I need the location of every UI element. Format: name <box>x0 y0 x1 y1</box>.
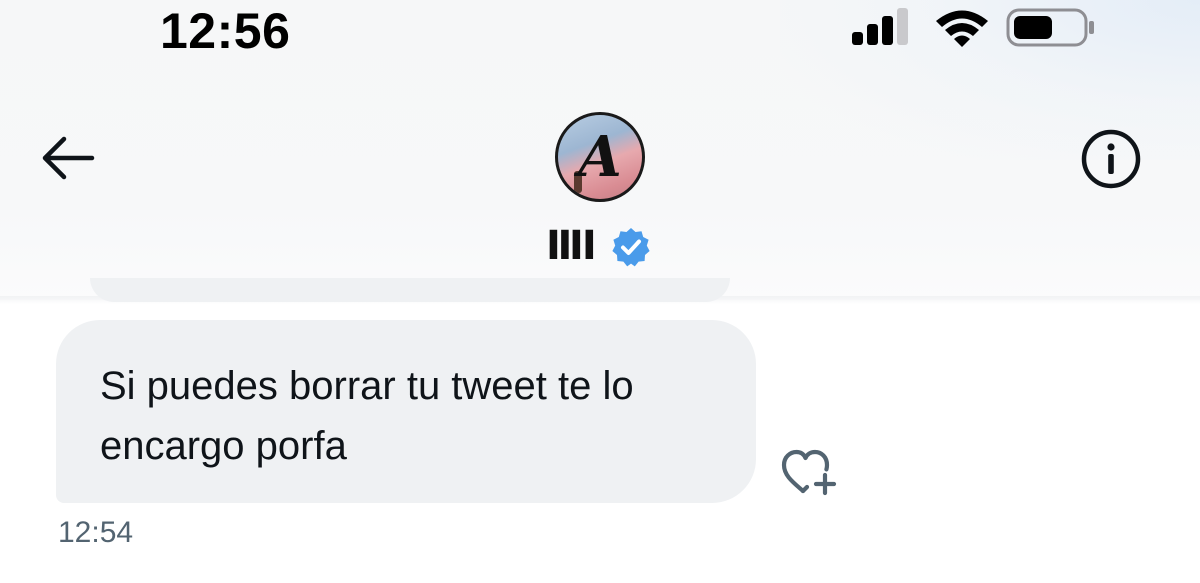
message-text: Si puedes borrar tu tweet te lo encargo … <box>100 364 634 468</box>
previous-message-bubble <box>90 278 730 302</box>
avatar-letter: A <box>578 124 622 190</box>
back-arrow-icon[interactable] <box>38 130 98 186</box>
display-name[interactable]: ⅢⅠ <box>546 224 597 268</box>
cellular-signal-icon <box>852 8 908 45</box>
heart-plus-icon[interactable] <box>780 446 846 498</box>
wifi-icon <box>936 10 988 47</box>
avatar[interactable]: A <box>555 112 645 202</box>
battery-icon <box>1006 8 1094 47</box>
status-time: 12:56 <box>160 3 291 59</box>
verified-badge-icon <box>612 228 650 267</box>
dm-conversation-screen: 12:56 A ⅢⅠ Si puedes borrar tu tweet te <box>0 0 1200 583</box>
message-timestamp: 12:54 <box>58 516 134 549</box>
info-icon[interactable] <box>1080 128 1142 190</box>
